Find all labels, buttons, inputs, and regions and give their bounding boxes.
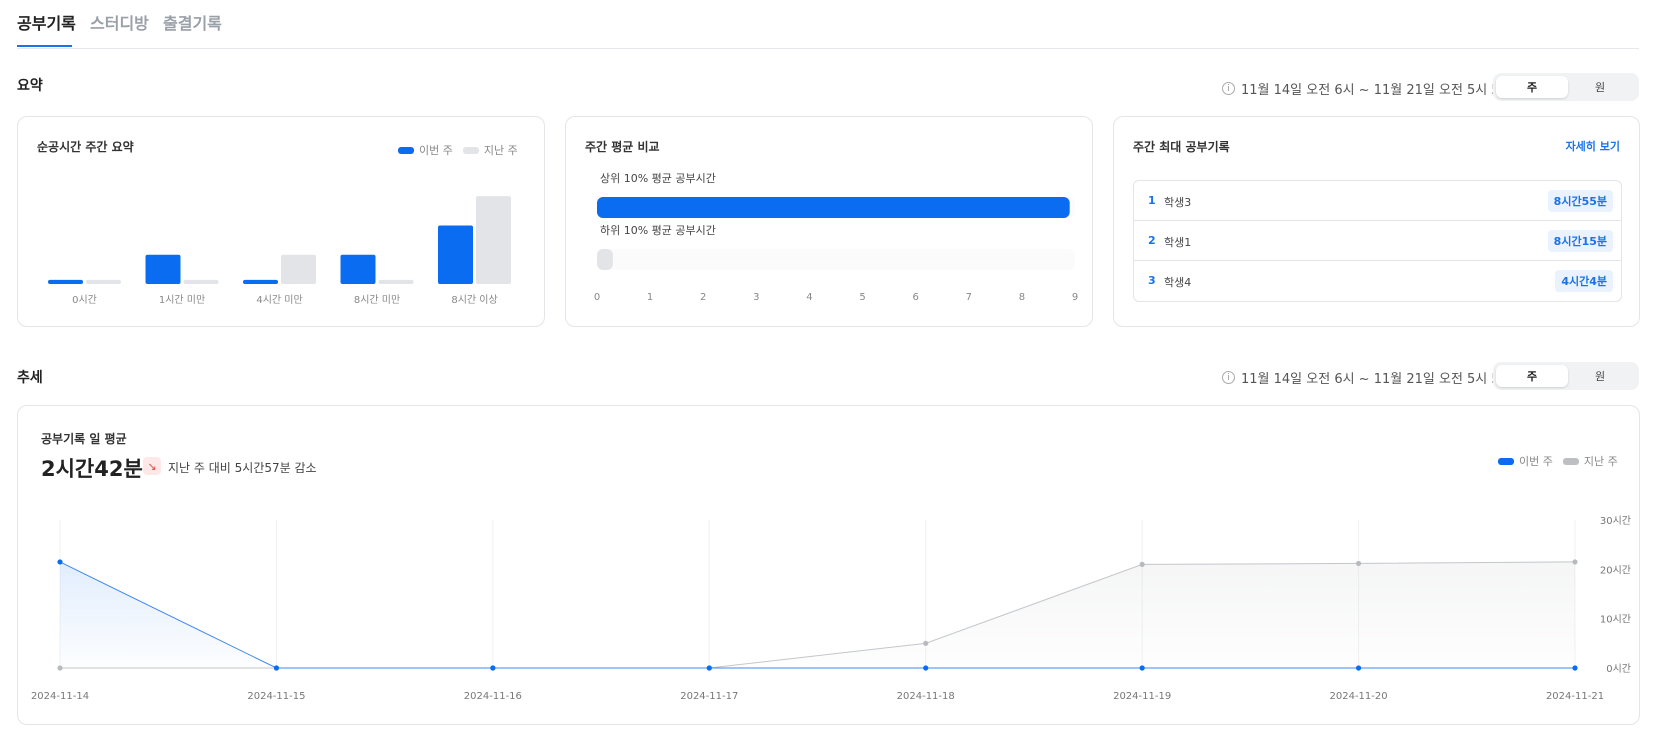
bar-last-week [183, 279, 219, 284]
summary-daterange: i 11월 14일 오전 6시 ~ 11월 21일 오전 5시 59분 [1222, 79, 1520, 98]
point-last-week [923, 640, 929, 646]
weekly-summary-card: 순공시간 주간 요약 이번 주 지난 주 0시간 1시간 미만 4시간 미만 8시간 … [17, 116, 545, 327]
summary-section-title: 요약 [17, 78, 43, 94]
x-tick-label: 2024-11-14 [31, 691, 89, 702]
toggle-week[interactable]: 주 [1496, 365, 1568, 387]
max-record-title: 주간 최대 공부기록 [1133, 140, 1230, 154]
x-tick-label: 2024-11-21 [1546, 691, 1604, 702]
point-last-week [1572, 559, 1578, 565]
weekly-bar-chart: 0시간 1시간 미만 4시간 미만 8시간 미만 8시간 이상 [48, 196, 511, 306]
trend-section-title: 추세 [17, 370, 43, 386]
bar-last-week [378, 279, 414, 284]
x-tick-label: 2024-11-18 [897, 691, 955, 702]
daily-line-chart: 2024-11-14 2024-11-15 2024-11-16 2024-11-17… [31, 515, 1631, 702]
bar-this-week [243, 279, 278, 284]
tab-attendance[interactable]: 출결기록 [163, 10, 222, 34]
summary-period-toggle: 주 원 [1493, 73, 1639, 101]
x-tick-label: 7 [966, 292, 972, 303]
rank-student-name: 학생3 [1164, 196, 1192, 209]
point-this-week [490, 665, 496, 671]
y-tick-label: 30시간 [1600, 515, 1631, 527]
max-record-card: 주간 최대 공부기록 자세히 보기 1 학생3 8시간55분 2 학생1 8시간… [1113, 116, 1640, 327]
rank-student-name: 학생1 [1164, 236, 1192, 249]
x-tick-label: 1시간 미만 [159, 294, 205, 306]
x-tick-label: 3 [753, 292, 759, 303]
tab-bar: 공부기록 스터디방 출결기록 [17, 0, 1639, 49]
y-tick-label: 20시간 [1600, 564, 1631, 576]
x-tick-label: 2024-11-20 [1330, 691, 1388, 702]
rank-list: 1 학생3 8시간55분 2 학생1 8시간15분 3 학생4 4시간4분 [1133, 180, 1622, 302]
bar-last-week [86, 279, 121, 284]
x-tick-label: 2024-11-15 [247, 691, 305, 702]
point-this-week [923, 665, 929, 671]
avg-hbar-chart: 상위 10% 평균 공부시간하위 10% 평균 공부시간 0 1 2 3 4 5 6 7 8 9 [594, 172, 1078, 303]
x-tick-label: 8 [1019, 292, 1025, 303]
rank-student-name: 학생4 [1164, 276, 1192, 289]
trend-daterange: i 11월 14일 오전 6시 ~ 11월 21일 오전 5시 59분 [1222, 368, 1520, 387]
point-this-week [1139, 665, 1145, 671]
point-last-week [1355, 560, 1362, 567]
rank-number: 3 [1148, 274, 1156, 287]
point-this-week [1355, 665, 1362, 671]
point-this-week [706, 665, 712, 671]
hbar-bar [597, 249, 613, 270]
x-tick-label: 2024-11-16 [464, 691, 522, 702]
daily-average-card: 공부기록 일 평균 2시간42분 ↘ 지난 주 대비 5시간57분 감소 이번 … [17, 405, 1640, 725]
x-tick-label: 2024-11-17 [680, 691, 738, 702]
rank-row[interactable]: 2 학생1 8시간15분 [1134, 221, 1621, 261]
toggle-week[interactable]: 주 [1496, 76, 1568, 98]
x-tick-label: 8시간 미만 [354, 294, 400, 306]
x-tick-label: 2 [700, 292, 706, 303]
hbar-bar [597, 197, 1070, 218]
bar-this-week [340, 254, 376, 284]
bar-last-week [476, 196, 511, 284]
x-tick-label: 9 [1072, 292, 1078, 303]
bar-this-week [48, 279, 83, 284]
bar-this-week [438, 225, 473, 284]
rank-row[interactable]: 3 학생4 4시간4분 [1134, 261, 1621, 301]
info-icon[interactable]: i [1222, 82, 1235, 95]
x-tick-label: 5 [859, 292, 865, 303]
active-tab-indicator [17, 45, 72, 47]
info-icon[interactable]: i [1222, 371, 1235, 384]
x-tick-label: 2024-11-19 [1113, 691, 1171, 702]
x-tick-label: 0시간 [72, 294, 97, 306]
bar-this-week [145, 254, 181, 284]
hbar-track [597, 249, 1075, 270]
area-last-week [60, 561, 1575, 668]
point-this-week [57, 559, 63, 565]
toggle-month[interactable]: 원 [1564, 365, 1636, 387]
x-tick-label: 6 [912, 292, 918, 303]
trend-period-toggle: 주 원 [1493, 362, 1639, 390]
point-this-week [1572, 665, 1578, 671]
rank-row[interactable]: 1 학생3 8시간55분 [1134, 181, 1621, 221]
tab-study-record[interactable]: 공부기록 [17, 10, 76, 34]
tab-study-room[interactable]: 스터디방 [90, 10, 149, 34]
rank-time-badge: 8시간55분 [1547, 190, 1613, 212]
x-tick-label: 0 [594, 292, 600, 303]
toggle-month[interactable]: 원 [1564, 76, 1636, 98]
x-tick-label: 4시간 미만 [256, 294, 302, 306]
hbar-label: 하위 10% 평균 공부시간 [600, 223, 716, 237]
x-tick-label: 4 [806, 292, 812, 303]
y-tick-label: 10시간 [1600, 614, 1631, 626]
trend-daterange-text: 11월 14일 오전 6시 ~ 11월 21일 오전 5시 59분 [1241, 372, 1520, 387]
rank-number: 2 [1148, 234, 1156, 247]
x-tick-label: 8시간 이상 [451, 294, 497, 306]
hbar-label: 상위 10% 평균 공부시간 [600, 172, 716, 185]
y-tick-label: 0시간 [1606, 663, 1631, 675]
point-last-week [1139, 561, 1145, 567]
rank-number: 1 [1148, 194, 1156, 207]
rank-time-badge: 8시간15분 [1547, 230, 1613, 252]
x-tick-label: 1 [647, 292, 653, 303]
point-this-week [273, 665, 280, 671]
avg-compare-card: 주간 평균 비교 상위 10% 평균 공부시간 하위 10% 평균 공부시간 0 1 2… [565, 116, 1093, 327]
rank-time-badge: 4시간4분 [1555, 270, 1613, 292]
summary-daterange-text: 11월 14일 오전 6시 ~ 11월 21일 오전 5시 59분 [1241, 83, 1520, 98]
view-more-link[interactable]: 자세히 보기 [1566, 138, 1620, 154]
bar-last-week [281, 254, 316, 284]
